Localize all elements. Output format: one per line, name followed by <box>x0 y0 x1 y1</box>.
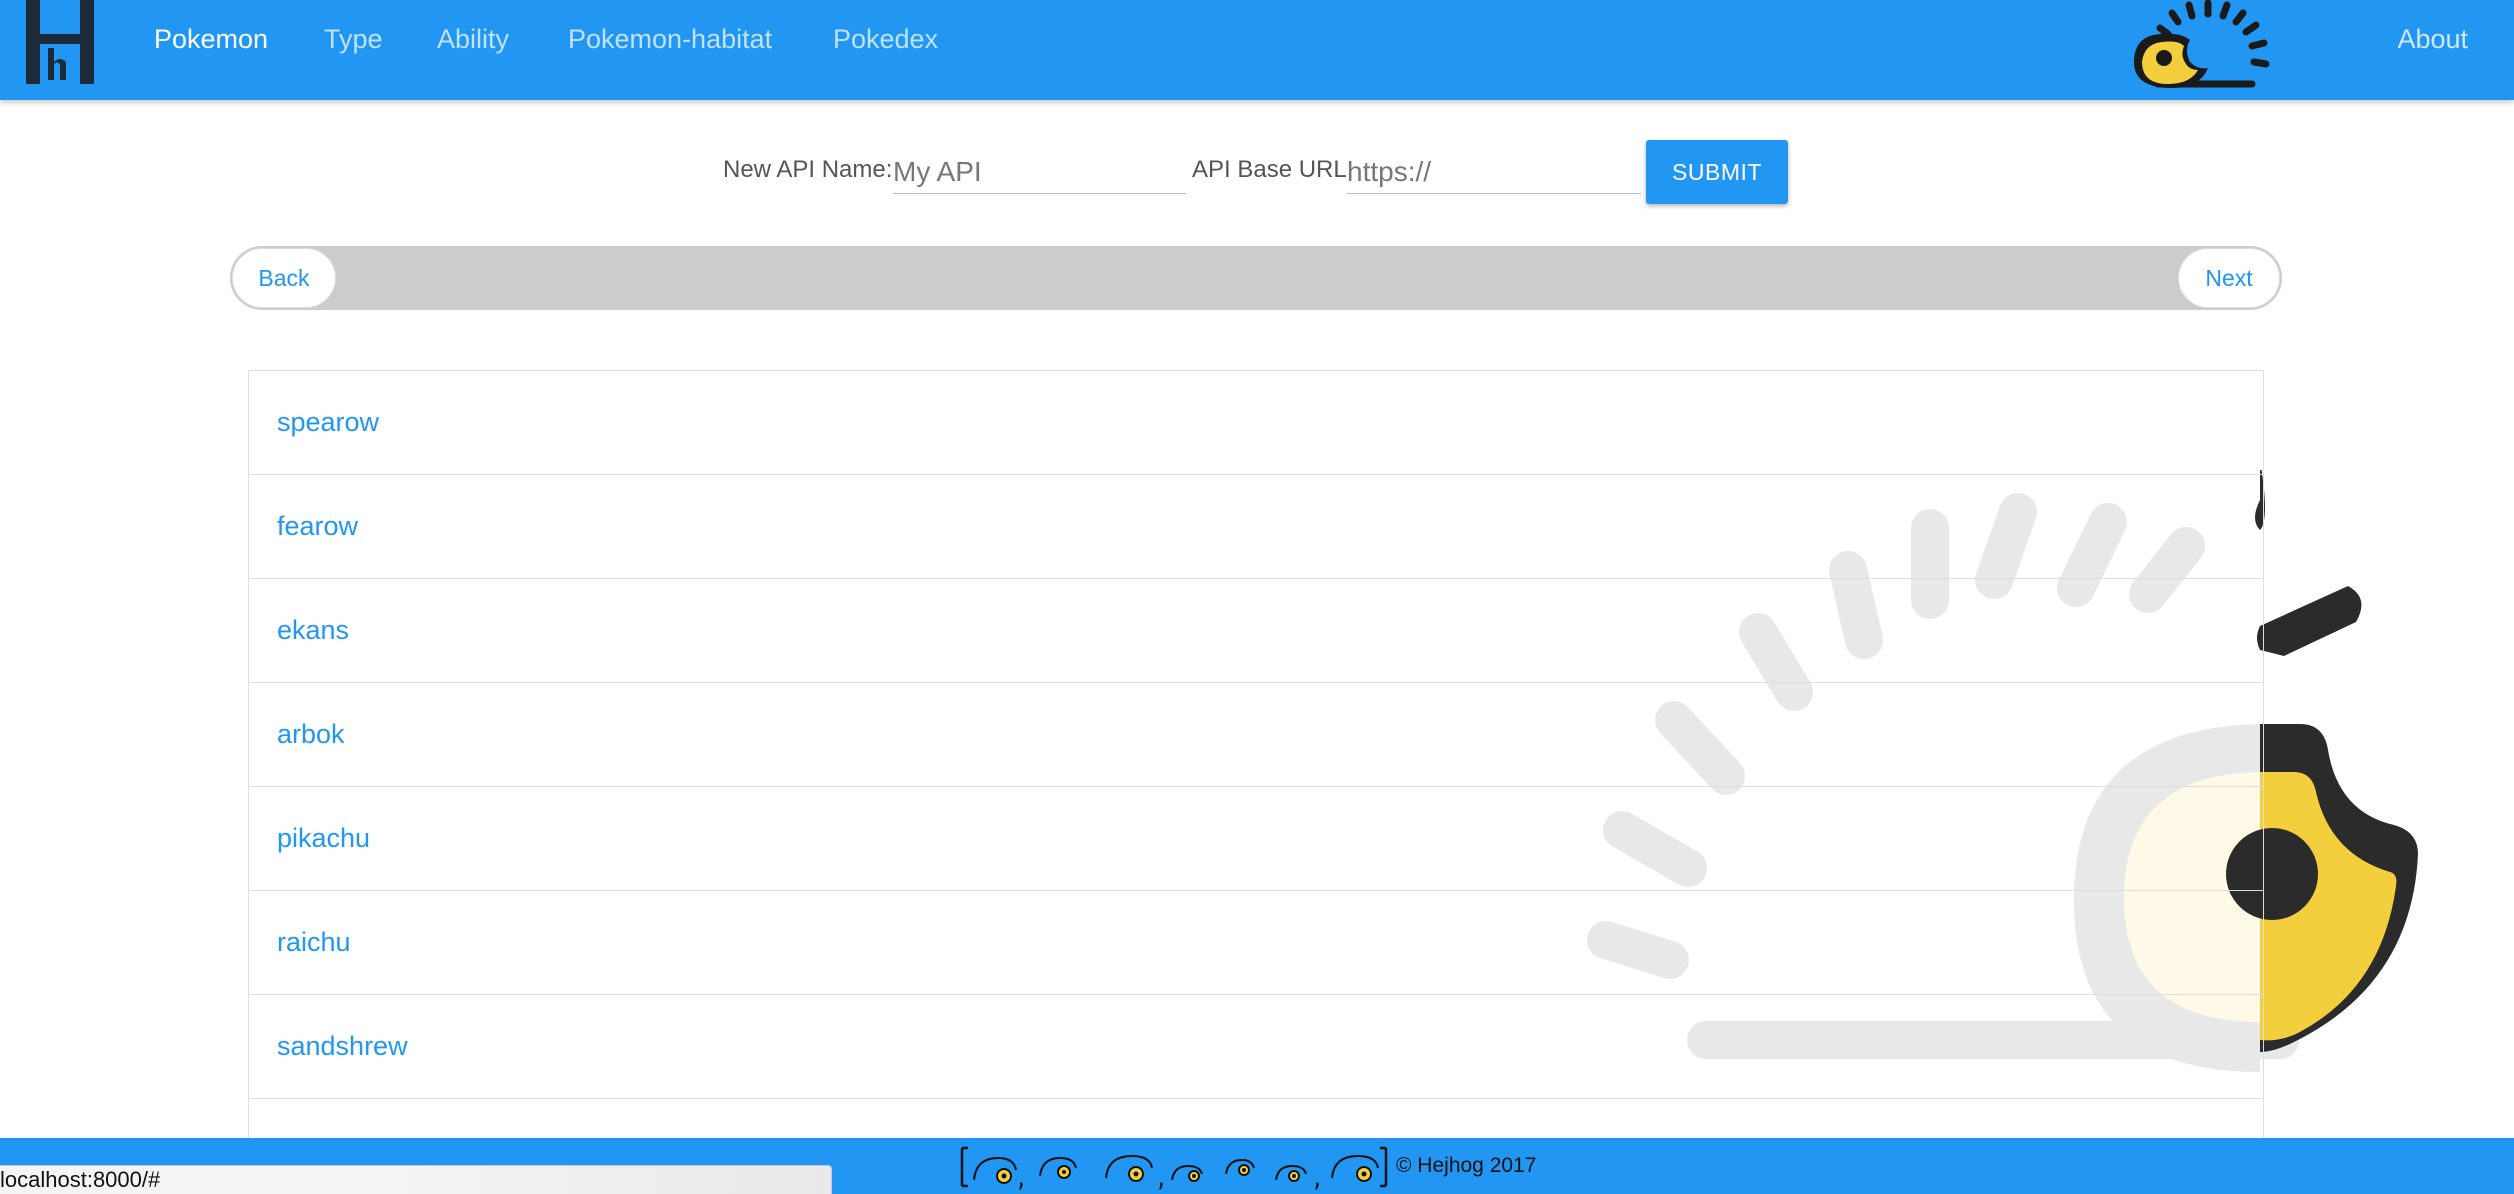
pokemon-list: spearow fearow ekans arbok pikachu raich… <box>248 370 2264 1140</box>
list-item[interactable]: pikachu <box>249 787 2263 891</box>
api-name-input[interactable] <box>893 150 1186 194</box>
status-url: localhost:8000/# <box>0 1167 161 1192</box>
list-item[interactable]: spearow <box>249 371 2263 475</box>
nav-item-pokedex[interactable]: Pokedex <box>833 24 938 55</box>
list-item[interactable]: sandshrew <box>249 995 2263 1099</box>
submit-button[interactable]: SUBMIT <box>1646 140 1788 204</box>
nav-item-about[interactable]: About <box>2397 24 2468 55</box>
hedgehog-sequence-icon <box>960 1146 1388 1190</box>
api-form: New API Name: API Base URL: SUBMIT <box>0 140 2514 210</box>
list-item[interactable]: arbok <box>249 683 2263 787</box>
copyright-text: © Hejhog 2017 <box>1396 1154 1537 1177</box>
next-button[interactable]: Next <box>2178 248 2280 308</box>
list-item[interactable] <box>249 1099 2263 1140</box>
api-name-label: New API Name: <box>723 156 893 183</box>
nav-item-pokemon[interactable]: Pokemon <box>154 24 268 55</box>
list-item[interactable]: fearow <box>249 475 2263 579</box>
nav-item-type[interactable]: Type <box>324 24 383 55</box>
nav-item-ability[interactable]: Ability <box>437 24 509 55</box>
navbar: Pokemon Type Ability Pokemon-habitat Pok… <box>0 0 2514 100</box>
list-item[interactable]: raichu <box>249 891 2263 995</box>
back-button[interactable]: Back <box>232 248 336 308</box>
page: Pokemon Type Ability Pokemon-habitat Pok… <box>0 0 2514 1194</box>
browser-status-bar: localhost:8000/# <box>0 1165 832 1194</box>
api-url-label: API Base URL: <box>1192 156 1354 183</box>
hejhog-h-logo-icon[interactable] <box>26 0 94 84</box>
pager: Back Next <box>230 246 2282 310</box>
api-url-input[interactable] <box>1347 150 1641 194</box>
list-item[interactable]: ekans <box>249 579 2263 683</box>
hedgehog-logo-icon <box>2134 0 2270 88</box>
nav-item-pokemon-habitat[interactable]: Pokemon-habitat <box>568 24 772 55</box>
